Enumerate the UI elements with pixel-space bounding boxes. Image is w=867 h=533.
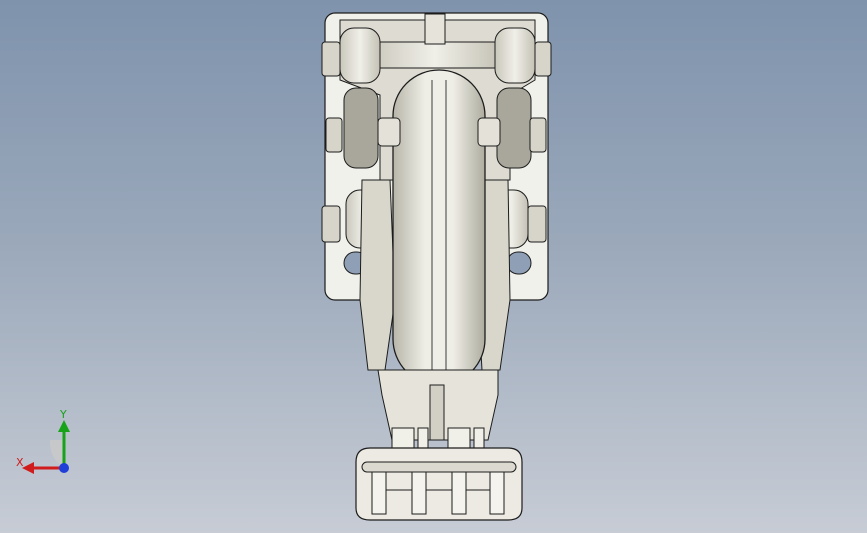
wheel-tire (392, 69, 486, 386)
x-axis-label: X (16, 456, 24, 469)
brake-stem (429, 384, 445, 441)
right-knuckle-mid (496, 87, 532, 169)
y-arrow-head (58, 420, 70, 432)
top-pin (424, 13, 446, 45)
caster-wheel-model[interactable] (0, 0, 867, 533)
cad-viewport[interactable]: X Y (0, 0, 867, 533)
nut-right-3 (527, 205, 547, 243)
axis-triad: X Y (12, 408, 82, 480)
plate-slot-right (506, 251, 532, 275)
y-axis-label: Y (60, 408, 67, 421)
z-axis-dot (59, 463, 69, 473)
nut-left-3 (321, 205, 341, 243)
right-knuckle-top (494, 27, 536, 84)
axle-cap-right (477, 117, 501, 147)
axle-cap-left (377, 117, 401, 147)
pedal-rail (361, 461, 517, 473)
nut-left-1 (321, 41, 341, 77)
nut-right-2 (529, 117, 547, 153)
nut-left-2 (325, 117, 343, 153)
triad-graphic (22, 420, 70, 474)
nut-right-1 (534, 41, 552, 77)
left-knuckle-top (339, 27, 381, 84)
top-shaft (369, 41, 501, 69)
left-knuckle-mid (343, 87, 379, 169)
fork-left (359, 179, 396, 371)
